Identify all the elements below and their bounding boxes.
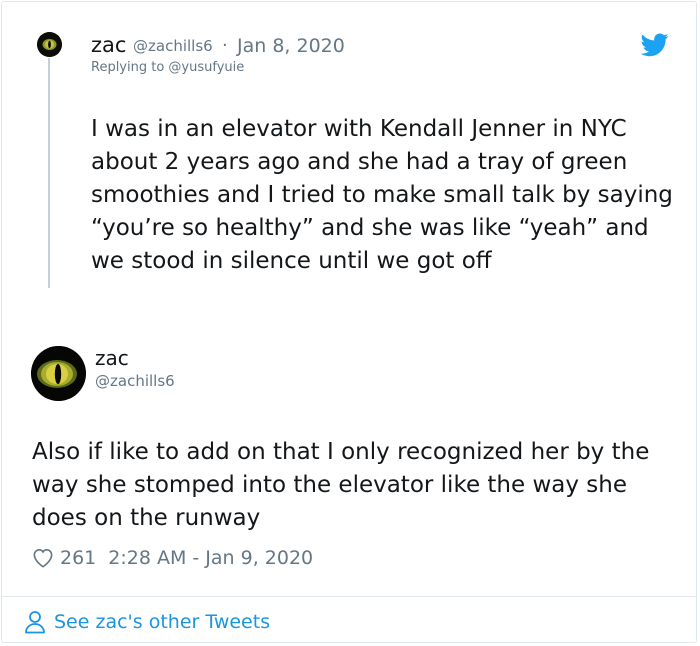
heart-icon[interactable] xyxy=(32,548,54,568)
tweet-text: Also if like to add on that I only recog… xyxy=(32,439,650,531)
author-handle[interactable]: @zachills6 xyxy=(133,37,213,55)
footer-divider xyxy=(1,596,697,597)
twitter-bird-icon[interactable] xyxy=(641,33,669,57)
tweet-timestamp-link[interactable]: 2:28 AM - Jan 9, 2020 xyxy=(108,547,313,569)
author-handle[interactable]: @zachills6 xyxy=(95,372,175,390)
author-name[interactable]: zac xyxy=(91,33,126,57)
tweet-meta-row: 261 2:28 AM - Jan 9, 2020 xyxy=(32,545,313,571)
separator-dot: · xyxy=(222,35,228,56)
thread-connector-line xyxy=(48,58,50,288)
like-count[interactable]: 261 xyxy=(60,547,96,569)
see-other-tweets-label: See zac's other Tweets xyxy=(54,611,271,633)
tweet-text: I was in an elevator with Kendall Jenner… xyxy=(91,116,673,274)
avatar[interactable] xyxy=(37,32,62,57)
replying-to-text[interactable]: Replying to @yusufyuie xyxy=(91,60,244,75)
see-other-tweets-link[interactable]: See zac's other Tweets xyxy=(24,609,270,635)
tweet-date-link[interactable]: Jan 8, 2020 xyxy=(237,35,345,57)
person-icon xyxy=(25,611,45,634)
cat-eye-avatar-image xyxy=(31,346,86,401)
cat-eye-avatar-image xyxy=(37,32,62,57)
avatar[interactable] xyxy=(31,346,86,401)
author-name[interactable]: zac xyxy=(95,346,129,370)
